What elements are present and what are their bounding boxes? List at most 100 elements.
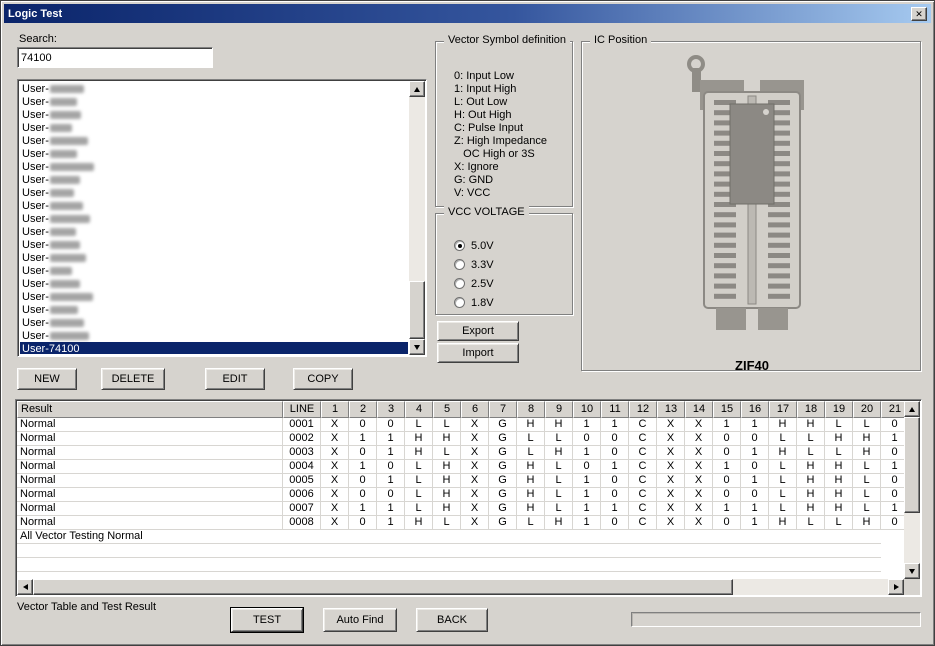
symbol-line: H: Out High	[454, 109, 547, 122]
inserted-chip	[730, 104, 774, 204]
list-item[interactable]: User-	[20, 303, 408, 316]
line-cell: 0003	[283, 446, 321, 460]
device-list[interactable]: User-User-User-User-User-User-User-User-…	[20, 82, 408, 354]
list-item-label: User-	[22, 213, 49, 225]
list-item[interactable]: User-	[20, 277, 408, 290]
list-item[interactable]: User-	[20, 290, 408, 303]
test-button[interactable]: TEST	[231, 608, 303, 632]
list-item-label: User-	[22, 161, 49, 173]
autofind-button[interactable]: Auto Find	[323, 608, 397, 632]
close-button[interactable]: ✕	[911, 7, 927, 21]
table-scroll-left-button[interactable]	[17, 579, 33, 595]
import-button[interactable]: Import	[437, 343, 519, 363]
vector-cell: L	[825, 516, 853, 530]
column-header: 5	[433, 401, 461, 418]
export-button[interactable]: Export	[437, 321, 519, 341]
vector-cell: 1	[601, 418, 629, 432]
vector-cell: G	[489, 460, 517, 474]
vector-cell: 1	[377, 516, 405, 530]
table-row[interactable]: Normal0008X01HLXGLH10CXX01HLLH0	[17, 516, 904, 530]
list-item[interactable]: User-	[20, 173, 408, 186]
table-scroll-down-button[interactable]	[904, 563, 920, 579]
list-item[interactable]: User-	[20, 134, 408, 147]
vector-cell: 0	[881, 446, 904, 460]
table-row[interactable]: Normal0007X11LHXGHL11CXX11LHHL1	[17, 502, 904, 516]
redacted-text	[50, 332, 89, 340]
table-scroll-up-button[interactable]	[904, 401, 920, 417]
radio-icon	[454, 278, 465, 289]
symbol-line: G: GND	[454, 174, 547, 187]
vcc-voltage-title: VCC VOLTAGE	[444, 206, 529, 218]
empty-row	[17, 544, 881, 558]
table-row[interactable]: Normal0003X01HLXGLH10CXX01HLLH0	[17, 446, 904, 460]
vector-cell: L	[433, 418, 461, 432]
list-item[interactable]: User-	[20, 186, 408, 199]
vector-cell: 1	[741, 446, 769, 460]
scroll-thumb[interactable]	[409, 281, 425, 339]
list-item[interactable]: User-	[20, 212, 408, 225]
list-item[interactable]: User-	[20, 264, 408, 277]
list-item[interactable]: User-	[20, 108, 408, 121]
vector-cell: X	[321, 502, 349, 516]
list-item[interactable]: User-74100	[20, 342, 408, 354]
vector-cell: 1	[741, 474, 769, 488]
list-scrollbar[interactable]	[409, 81, 425, 355]
list-item[interactable]: User-	[20, 329, 408, 342]
edit-button[interactable]: EDIT	[205, 368, 265, 390]
list-item[interactable]: User-	[20, 121, 408, 134]
redacted-text	[50, 137, 88, 145]
scroll-down-button[interactable]	[409, 339, 425, 355]
table-scroll-right-button[interactable]	[888, 579, 904, 595]
table-vscrollbar[interactable]	[904, 401, 920, 579]
vector-cell: L	[433, 516, 461, 530]
list-item[interactable]: User-	[20, 238, 408, 251]
table-vscroll-thumb[interactable]	[904, 417, 920, 513]
vector-cell: L	[853, 502, 881, 516]
copy-button[interactable]: COPY	[293, 368, 353, 390]
vector-cell: G	[489, 446, 517, 460]
vector-cell: 1	[741, 418, 769, 432]
result-cell: Normal	[17, 516, 283, 530]
table-row[interactable]: Normal0004X10LHXGHL01CXX10LHHL1	[17, 460, 904, 474]
vector-cell: X	[321, 460, 349, 474]
radio-option-1.8V[interactable]: 1.8V	[454, 293, 494, 312]
back-button[interactable]: BACK	[416, 608, 488, 632]
redacted-text	[50, 306, 78, 314]
vector-cell: 1	[573, 446, 601, 460]
vector-cell: L	[405, 418, 433, 432]
vector-cell: L	[769, 474, 797, 488]
vector-cell: L	[853, 474, 881, 488]
search-input[interactable]	[17, 47, 213, 68]
list-item-label: User-	[22, 291, 49, 303]
vector-cell: X	[657, 474, 685, 488]
radio-option-5.0V[interactable]: 5.0V	[454, 236, 494, 255]
lever-stem	[692, 68, 701, 92]
list-item-label: User-	[22, 148, 49, 160]
list-item[interactable]: User-	[20, 199, 408, 212]
table-row[interactable]: Normal0005X01LHXGHL10CXX01LHHL0	[17, 474, 904, 488]
radio-option-2.5V[interactable]: 2.5V	[454, 274, 494, 293]
radio-label: 5.0V	[471, 240, 494, 252]
radio-option-3.3V[interactable]: 3.3V	[454, 255, 494, 274]
new-button[interactable]: NEW	[17, 368, 77, 390]
vector-cell: X	[657, 488, 685, 502]
list-item[interactable]: User-	[20, 82, 408, 95]
list-item[interactable]: User-	[20, 147, 408, 160]
vector-cell: X	[321, 418, 349, 432]
radio-label: 1.8V	[471, 297, 494, 309]
scroll-up-button[interactable]	[409, 81, 425, 97]
table-hscroll-thumb[interactable]	[33, 579, 733, 595]
list-item[interactable]: User-	[20, 251, 408, 264]
delete-button[interactable]: DELETE	[101, 368, 165, 390]
vector-cell: 1	[377, 432, 405, 446]
table-row[interactable]: Normal0002X11HHXGLL00CXX00LLHH1	[17, 432, 904, 446]
table-hscrollbar[interactable]	[17, 579, 904, 595]
list-item[interactable]: User-	[20, 225, 408, 238]
redacted-text	[50, 319, 84, 327]
redacted-text	[50, 111, 81, 119]
table-row[interactable]: Normal0006X00LHXGHL10CXX00LHHL0	[17, 488, 904, 502]
list-item[interactable]: User-	[20, 160, 408, 173]
list-item[interactable]: User-	[20, 316, 408, 329]
list-item[interactable]: User-	[20, 95, 408, 108]
table-row[interactable]: Normal0001X00LLXGHH11CXX11HHLL0	[17, 418, 904, 432]
